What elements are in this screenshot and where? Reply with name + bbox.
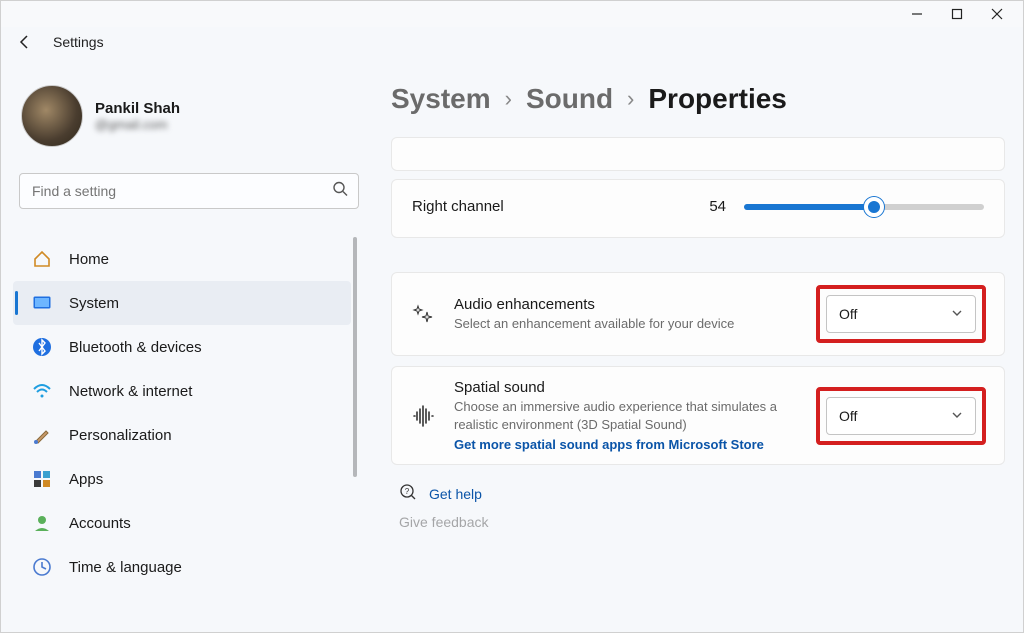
audio-enhancements-title: Audio enhancements [454,296,798,313]
chevron-down-icon [951,408,963,424]
accounts-icon [31,512,53,534]
brush-icon [31,424,53,446]
minimize-button[interactable] [897,1,937,27]
chevron-right-icon: › [627,86,634,112]
main-content: System › Sound › Properties Right channe… [361,57,1023,632]
sidebar-item-label: Bluetooth & devices [69,339,202,356]
right-channel-card: Right channel 54 [391,179,1005,238]
sidebar-item-system[interactable]: System [13,281,351,325]
help-icon: ? [399,483,417,504]
svg-text:?: ? [405,487,410,496]
sidebar-item-label: Apps [69,471,103,488]
user-name: Pankil Shah [95,100,180,117]
highlight-annotation: Off [816,387,986,445]
nav-list: Home System Bluetooth & devices Network … [13,237,361,589]
close-button[interactable] [977,1,1017,27]
apps-icon [31,468,53,490]
sidebar-item-label: System [69,295,119,312]
breadcrumb-item-properties: Properties [648,83,787,115]
sidebar-item-time[interactable]: Time & language [13,545,351,589]
chevron-down-icon [951,306,963,322]
search-input-wrap[interactable] [19,173,359,209]
sidebar-item-label: Network & internet [69,383,192,400]
sidebar-item-home[interactable]: Home [13,237,351,281]
avatar [21,85,83,147]
dropdown-value: Off [839,408,857,424]
spatial-sound-card: Spatial sound Choose an immersive audio … [391,366,1005,465]
get-help-label: Get help [429,486,482,502]
system-icon [31,292,53,314]
window-titlebar [1,1,1023,27]
right-channel-slider[interactable] [744,204,984,210]
sidebar-item-label: Home [69,251,109,268]
spatial-sound-desc: Choose an immersive audio experience tha… [454,398,798,433]
audio-enhancements-card: Audio enhancements Select an enhancement… [391,272,1005,356]
card-cutoff-top [391,137,1005,171]
breadcrumb-item-system[interactable]: System [391,83,491,115]
get-help-link[interactable]: ? Get help [391,483,1005,504]
breadcrumb-item-sound[interactable]: Sound [526,83,613,115]
user-email: @gmail.com [95,117,180,132]
sound-wave-icon [410,404,436,428]
chevron-right-icon: › [505,86,512,112]
sidebar-item-label: Time & language [69,559,182,576]
audio-enhancements-desc: Select an enhancement available for your… [454,315,798,333]
sidebar-item-label: Personalization [69,427,172,444]
spatial-sound-store-link[interactable]: Get more spatial sound apps from Microso… [454,437,798,452]
wifi-icon [31,380,53,402]
highlight-annotation: Off [816,285,986,343]
dropdown-value: Off [839,306,857,322]
home-icon [31,248,53,270]
sidebar-item-network[interactable]: Network & internet [13,369,351,413]
sparkle-icon [410,303,436,325]
right-channel-label: Right channel [412,198,504,215]
spatial-sound-title: Spatial sound [454,379,798,396]
audio-enhancements-dropdown[interactable]: Off [826,295,976,333]
maximize-button[interactable] [937,1,977,27]
nav-scrollbar[interactable] [353,237,357,477]
sidebar-item-accounts[interactable]: Accounts [13,501,351,545]
spatial-sound-dropdown[interactable]: Off [826,397,976,435]
search-input[interactable] [32,183,320,199]
give-feedback-link[interactable]: Give feedback [391,514,1005,530]
clock-icon [31,556,53,578]
right-channel-value: 54 [709,198,726,215]
sidebar-item-label: Accounts [69,515,131,532]
sidebar: Pankil Shah @gmail.com Home [1,57,361,632]
sidebar-item-apps[interactable]: Apps [13,457,351,501]
app-title: Settings [53,34,104,50]
sidebar-item-bluetooth[interactable]: Bluetooth & devices [13,325,351,369]
breadcrumb: System › Sound › Properties [391,83,1005,115]
back-button[interactable] [15,32,35,52]
search-icon [332,181,348,202]
sidebar-item-personalization[interactable]: Personalization [13,413,351,457]
user-profile[interactable]: Pankil Shah @gmail.com [13,81,361,167]
bluetooth-icon [31,336,53,358]
